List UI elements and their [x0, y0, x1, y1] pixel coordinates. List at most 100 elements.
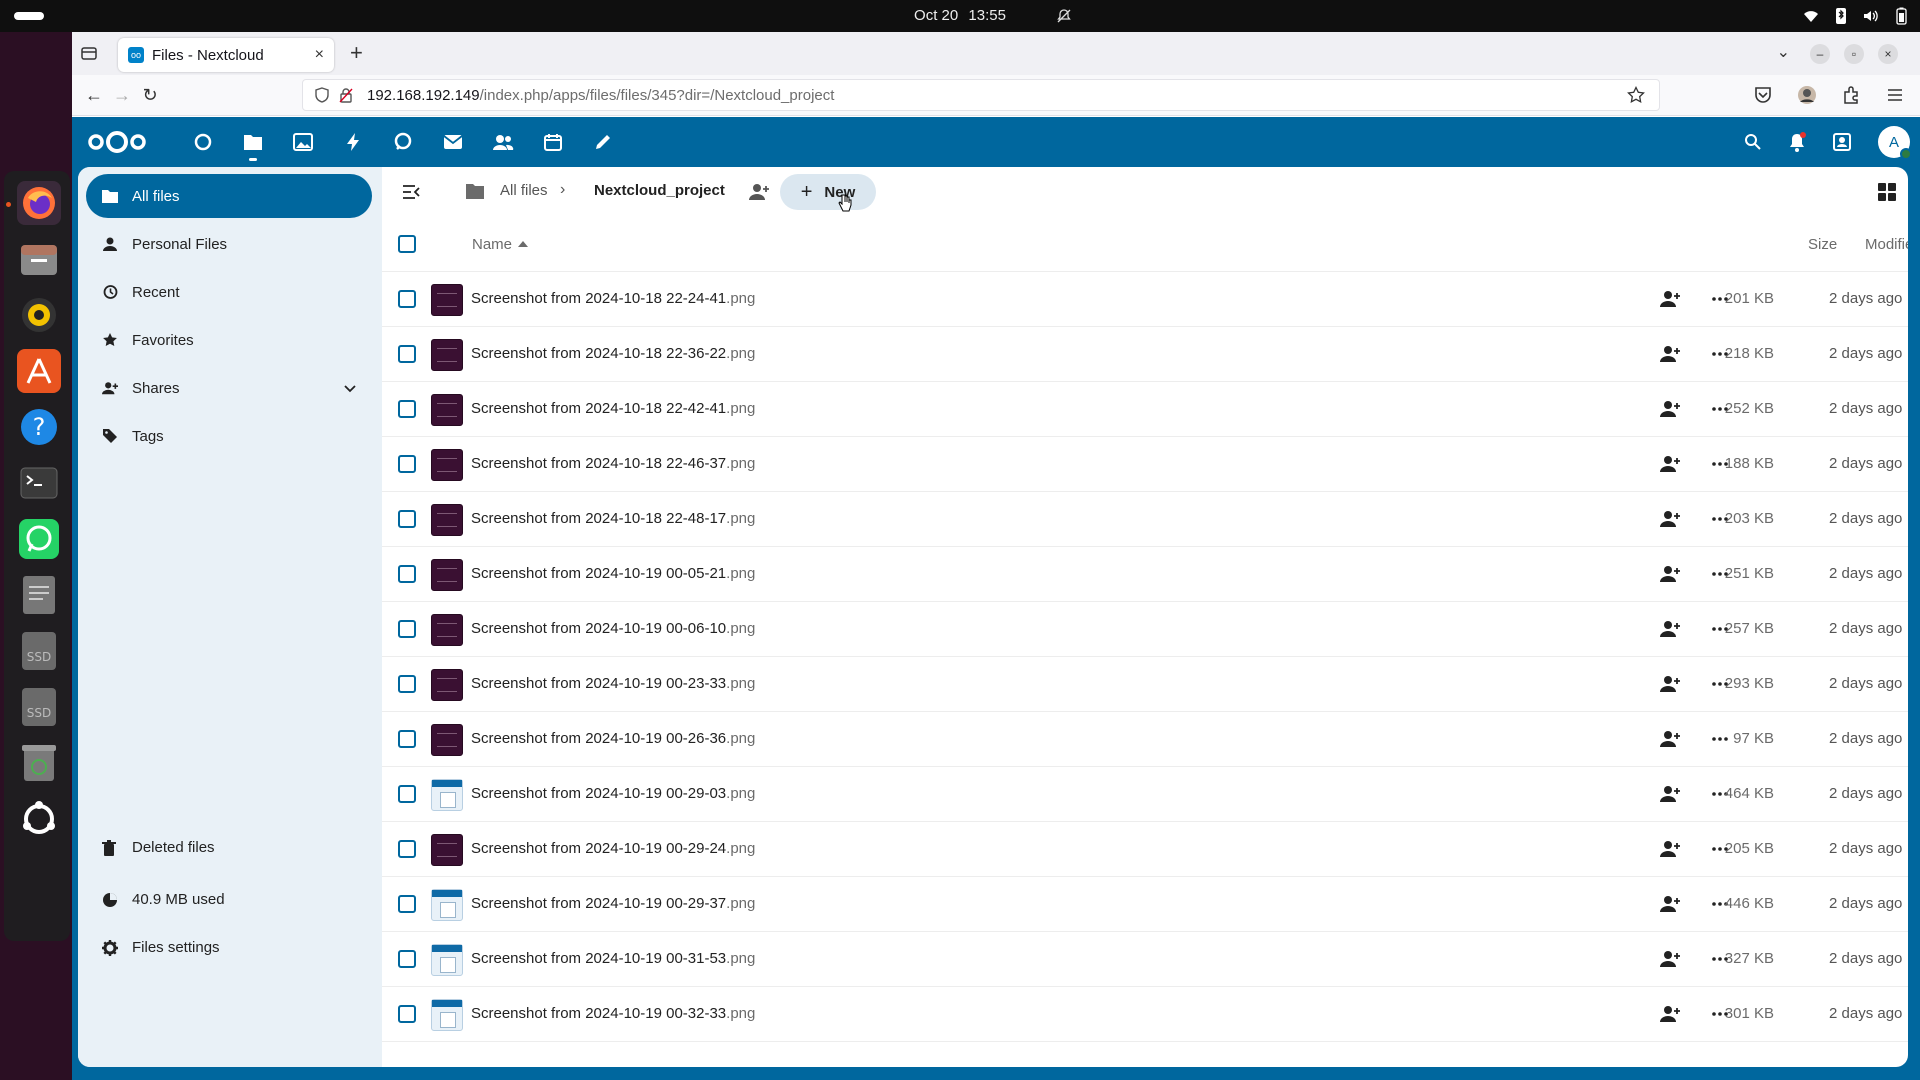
- firefox-launcher[interactable]: [17, 181, 61, 225]
- whatsapp-launcher[interactable]: [17, 517, 61, 561]
- share-icon[interactable]: [1660, 895, 1680, 913]
- system-clock[interactable]: Oct 20 13:55: [0, 7, 1920, 24]
- share-icon[interactable]: [1660, 1005, 1680, 1023]
- file-name[interactable]: Screenshot from 2024-10-19 00-26-36.png: [471, 730, 755, 747]
- table-row[interactable]: Screenshot from 2024-10-18 22-36-22.png 2…: [382, 327, 1908, 382]
- minimize-button[interactable]: –: [1810, 44, 1830, 64]
- share-folder-icon[interactable]: [749, 183, 769, 201]
- bookmark-star-icon[interactable]: [1627, 86, 1645, 104]
- shield-icon[interactable]: [315, 87, 329, 103]
- row-checkbox[interactable]: [398, 785, 416, 803]
- extensions-icon[interactable]: [1840, 84, 1862, 106]
- file-thumbnail[interactable]: [431, 559, 463, 591]
- text-editor-launcher[interactable]: [17, 573, 61, 617]
- row-checkbox[interactable]: [398, 345, 416, 363]
- search-icon[interactable]: [1744, 133, 1762, 151]
- show-apps-button[interactable]: [17, 797, 61, 841]
- photos-app[interactable]: [278, 117, 328, 167]
- sidebar-item-all-files[interactable]: All files: [86, 174, 372, 218]
- ssd-drive-2[interactable]: SSD: [17, 685, 61, 729]
- notes-app[interactable]: [578, 117, 628, 167]
- column-header-name[interactable]: Name: [472, 236, 512, 253]
- breadcrumb-current-folder[interactable]: Nextcloud_project: [594, 182, 725, 199]
- user-avatar[interactable]: A: [1878, 126, 1912, 160]
- table-row[interactable]: Screenshot from 2024-10-19 00-29-37.png 4…: [382, 877, 1908, 932]
- row-checkbox[interactable]: [398, 895, 416, 913]
- sidebar-item-personal-files[interactable]: Personal Files: [86, 222, 372, 266]
- tab-files-nextcloud[interactable]: oo Files - Nextcloud ×: [118, 38, 334, 72]
- calendar-app[interactable]: [528, 117, 578, 167]
- file-name[interactable]: Screenshot from 2024-10-19 00-06-10.png: [471, 620, 755, 637]
- row-checkbox[interactable]: [398, 400, 416, 418]
- app-center-launcher[interactable]: [17, 349, 61, 393]
- new-button[interactable]: + New: [780, 174, 876, 210]
- file-name[interactable]: Screenshot from 2024-10-18 22-42-41.png: [471, 400, 755, 417]
- sidebar-item-tags[interactable]: Tags: [86, 414, 372, 458]
- table-row[interactable]: Screenshot from 2024-10-19 00-06-10.png 2…: [382, 602, 1908, 657]
- table-row[interactable]: Screenshot from 2024-10-19 00-29-24.png 2…: [382, 822, 1908, 877]
- file-name[interactable]: Screenshot from 2024-10-18 22-46-37.png: [471, 455, 755, 472]
- share-icon[interactable]: [1660, 785, 1680, 803]
- account-avatar-icon[interactable]: [1796, 84, 1818, 106]
- file-name[interactable]: Screenshot from 2024-10-19 00-29-03.png: [471, 785, 755, 802]
- share-icon[interactable]: [1660, 675, 1680, 693]
- share-icon[interactable]: [1660, 345, 1680, 363]
- table-row[interactable]: Screenshot from 2024-10-18 22-42-41.png 2…: [382, 382, 1908, 437]
- share-icon[interactable]: [1660, 455, 1680, 473]
- file-thumbnail[interactable]: [431, 944, 463, 976]
- toggle-navigation-icon[interactable]: [402, 183, 420, 201]
- file-name[interactable]: Screenshot from 2024-10-18 22-48-17.png: [471, 510, 755, 527]
- file-thumbnail[interactable]: [431, 339, 463, 371]
- row-checkbox[interactable]: [398, 565, 416, 583]
- file-name[interactable]: Screenshot from 2024-10-18 22-36-22.png: [471, 345, 755, 362]
- file-thumbnail[interactable]: [431, 724, 463, 756]
- back-button[interactable]: ←: [82, 83, 106, 107]
- file-name[interactable]: Screenshot from 2024-10-19 00-31-53.png: [471, 950, 755, 967]
- tab-overview-icon[interactable]: [80, 44, 98, 62]
- mail-app[interactable]: [428, 117, 478, 167]
- files-app[interactable]: [228, 117, 278, 167]
- table-row[interactable]: Screenshot from 2024-10-19 00-29-03.png 4…: [382, 767, 1908, 822]
- insecure-lock-icon[interactable]: [339, 87, 353, 103]
- file-thumbnail[interactable]: [431, 779, 463, 811]
- share-icon[interactable]: [1660, 565, 1680, 583]
- rhythmbox-launcher[interactable]: [17, 293, 61, 337]
- file-thumbnail[interactable]: [431, 999, 463, 1031]
- reload-button[interactable]: ↻: [138, 83, 162, 107]
- dashboard-app[interactable]: [178, 117, 228, 167]
- nextcloud-logo-icon[interactable]: [86, 129, 148, 155]
- list-all-tabs-button[interactable]: ⌄: [1777, 42, 1790, 62]
- file-thumbnail[interactable]: [431, 284, 463, 316]
- file-name[interactable]: Screenshot from 2024-10-18 22-24-41.png: [471, 290, 755, 307]
- row-checkbox[interactable]: [398, 675, 416, 693]
- file-name[interactable]: Screenshot from 2024-10-19 00-23-33.png: [471, 675, 755, 692]
- contacts-app[interactable]: [478, 117, 528, 167]
- file-name[interactable]: Screenshot from 2024-10-19 00-05-21.png: [471, 565, 755, 582]
- share-icon[interactable]: [1660, 730, 1680, 748]
- close-window-button[interactable]: ×: [1878, 44, 1898, 64]
- row-checkbox[interactable]: [398, 510, 416, 528]
- breadcrumb-all-files[interactable]: All files: [500, 182, 548, 199]
- sort-ascending-icon[interactable]: [518, 241, 528, 247]
- share-icon[interactable]: [1660, 510, 1680, 528]
- trash-launcher[interactable]: [17, 741, 61, 785]
- row-checkbox[interactable]: [398, 840, 416, 858]
- maximize-button[interactable]: ▫: [1844, 44, 1864, 64]
- row-checkbox[interactable]: [398, 290, 416, 308]
- new-tab-button[interactable]: +: [350, 42, 363, 64]
- row-checkbox[interactable]: [398, 620, 416, 638]
- file-thumbnail[interactable]: [431, 669, 463, 701]
- table-row[interactable]: Screenshot from 2024-10-19 00-32-33.png 3…: [382, 987, 1908, 1042]
- file-thumbnail[interactable]: [431, 614, 463, 646]
- select-all-checkbox[interactable]: [398, 235, 416, 253]
- file-name[interactable]: Screenshot from 2024-10-19 00-29-37.png: [471, 895, 755, 912]
- row-checkbox[interactable]: [398, 455, 416, 473]
- file-thumbnail[interactable]: [431, 504, 463, 536]
- files-launcher[interactable]: [17, 237, 61, 281]
- chevron-down-icon[interactable]: [344, 380, 356, 397]
- sidebar-item-favorites[interactable]: Favorites: [86, 318, 372, 362]
- activity-app[interactable]: [328, 117, 378, 167]
- talk-app[interactable]: [378, 117, 428, 167]
- file-name[interactable]: Screenshot from 2024-10-19 00-29-24.png: [471, 840, 755, 857]
- grid-view-icon[interactable]: [1878, 183, 1896, 201]
